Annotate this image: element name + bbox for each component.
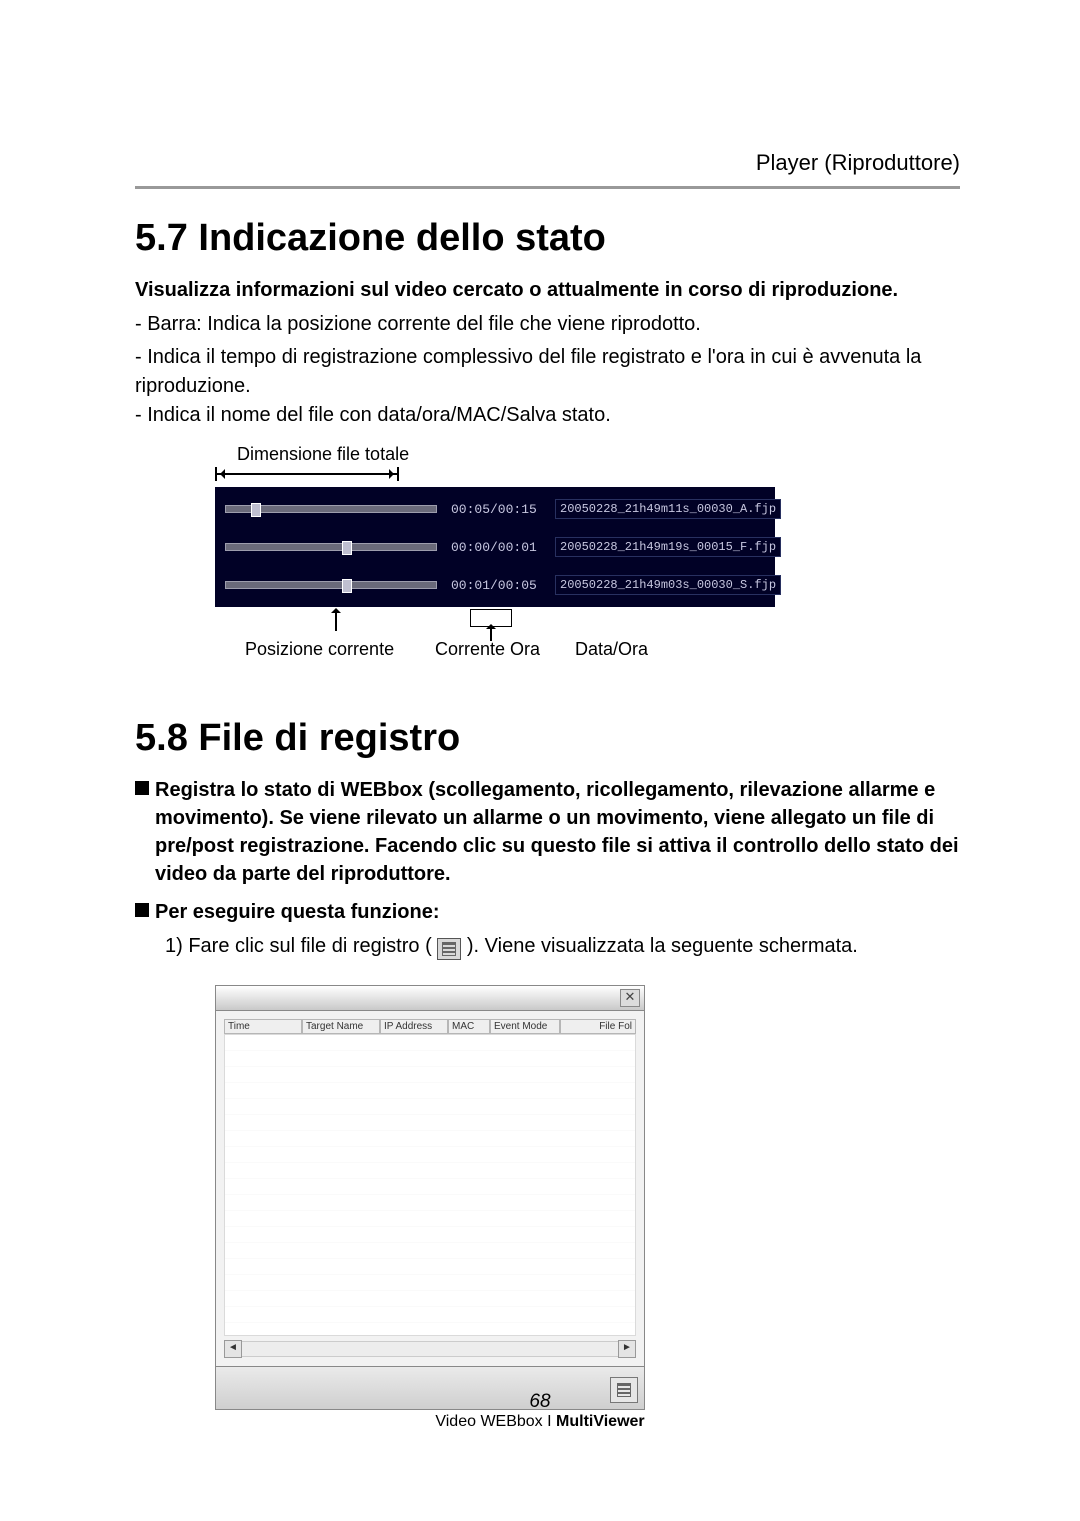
square-bullet-para-2: Per eseguire questa funzione: [135, 898, 960, 926]
subhead-5-8: Per eseguire questa funzione: [155, 898, 440, 926]
dim-arrow-row [215, 467, 775, 481]
status-row-2: 00:00/00:01 20050228_21h49m19s_00015_F.f… [225, 537, 765, 557]
arrow-up-icon [335, 611, 337, 631]
header-section-title: Player (Riproduttore) [135, 150, 960, 176]
diagram-callouts: Posizione corrente Corrente Ora Data/Ora [215, 611, 775, 671]
filename-box: 20050228_21h49m19s_00015_F.fjp [555, 537, 781, 557]
timecode: 00:05/00:15 [451, 502, 541, 517]
intro-bold-5-7: Visualizza informazioni sul video cercat… [135, 276, 960, 304]
step-1-post: ). Viene visualizzata la seguente scherm… [467, 935, 858, 957]
footer-text: Video WEBbox I [435, 1413, 556, 1430]
double-arrow-icon [217, 473, 397, 475]
col-eventmode[interactable]: Event Mode [490, 1019, 560, 1034]
heading-5-7: 5.7 Indicazione dello stato [135, 217, 960, 260]
header-rule [135, 186, 960, 189]
scroll-left-button[interactable]: ◄ [224, 1340, 242, 1358]
square-bullet-para-1: Registra lo stato di WEBbox (scollegamen… [135, 776, 960, 888]
log-window: ✕ Time Target Name IP Address MAC Event … [215, 985, 645, 1410]
bullet-1: - Barra: Indica la posizione corrente de… [135, 310, 960, 339]
log-titlebar: ✕ [215, 985, 645, 1011]
bullet-2: - Indica il tempo di registrazione compl… [135, 343, 960, 401]
para-bold-5-8: Registra lo stato di WEBbox (scollegamen… [155, 776, 960, 888]
log-rows-area[interactable] [224, 1034, 636, 1336]
col-mac[interactable]: MAC [448, 1019, 490, 1034]
footer-line: Video WEBbox I MultiViewer [0, 1413, 1080, 1431]
callout-time: Corrente Ora [435, 639, 540, 660]
timecode: 00:01/00:05 [451, 578, 541, 593]
filename-box: 20050228_21h49m03s_00030_S.fjp [555, 575, 781, 595]
col-filefol[interactable]: File Fol [560, 1019, 636, 1034]
page-number: 68 [0, 1391, 1080, 1413]
col-targetname[interactable]: Target Name [302, 1019, 380, 1034]
status-diagram: Dimensione file totale 00:05/00:15 20050… [215, 444, 775, 671]
footer-strong: MultiViewer [556, 1413, 645, 1430]
status-row-1: 00:05/00:15 20050228_21h49m11s_00030_A.f… [225, 499, 765, 519]
step-1-pre: 1) Fare clic sul file di registro ( [165, 935, 432, 957]
step-1: 1) Fare clic sul file di registro ( ). V… [165, 932, 960, 961]
scroll-right-button[interactable]: ► [618, 1340, 636, 1358]
progress-track[interactable] [225, 505, 437, 513]
callout-position: Posizione corrente [245, 639, 394, 660]
progress-thumb[interactable] [251, 503, 261, 517]
progress-thumb[interactable] [342, 541, 352, 555]
filename-box: 20050228_21h49m11s_00030_A.fjp [555, 499, 781, 519]
callout-date: Data/Ora [575, 639, 648, 660]
log-icon [437, 938, 461, 960]
heading-5-8: 5.8 File di registro [135, 717, 960, 760]
document-page: Player (Riproduttore) 5.7 Indicazione de… [0, 0, 1080, 1521]
progress-track[interactable] [225, 543, 437, 551]
dim-label: Dimensione file totale [237, 444, 775, 465]
col-time[interactable]: Time [224, 1019, 302, 1034]
col-ipaddress[interactable]: IP Address [380, 1019, 448, 1034]
status-bars-box: 00:05/00:15 20050228_21h49m11s_00030_A.f… [215, 487, 775, 607]
log-h-scrollbar[interactable]: ◄ ► [224, 1340, 636, 1358]
log-icon-glyph [442, 942, 456, 956]
status-row-3: 00:01/00:05 20050228_21h49m03s_00030_S.f… [225, 575, 765, 595]
square-bullet-icon [135, 903, 149, 917]
progress-thumb[interactable] [342, 579, 352, 593]
log-header-row: Time Target Name IP Address MAC Event Mo… [224, 1019, 636, 1034]
progress-track[interactable] [225, 581, 437, 589]
close-button[interactable]: ✕ [620, 989, 640, 1007]
timecode: 00:00/00:01 [451, 540, 541, 555]
square-bullet-icon [135, 781, 149, 795]
scroll-track[interactable] [242, 1341, 618, 1357]
page-footer: 68 Video WEBbox I MultiViewer [0, 1391, 1080, 1431]
log-body: Time Target Name IP Address MAC Event Mo… [215, 1011, 645, 1367]
bullet-3: - Indica il nome del file con data/ora/M… [135, 401, 960, 430]
